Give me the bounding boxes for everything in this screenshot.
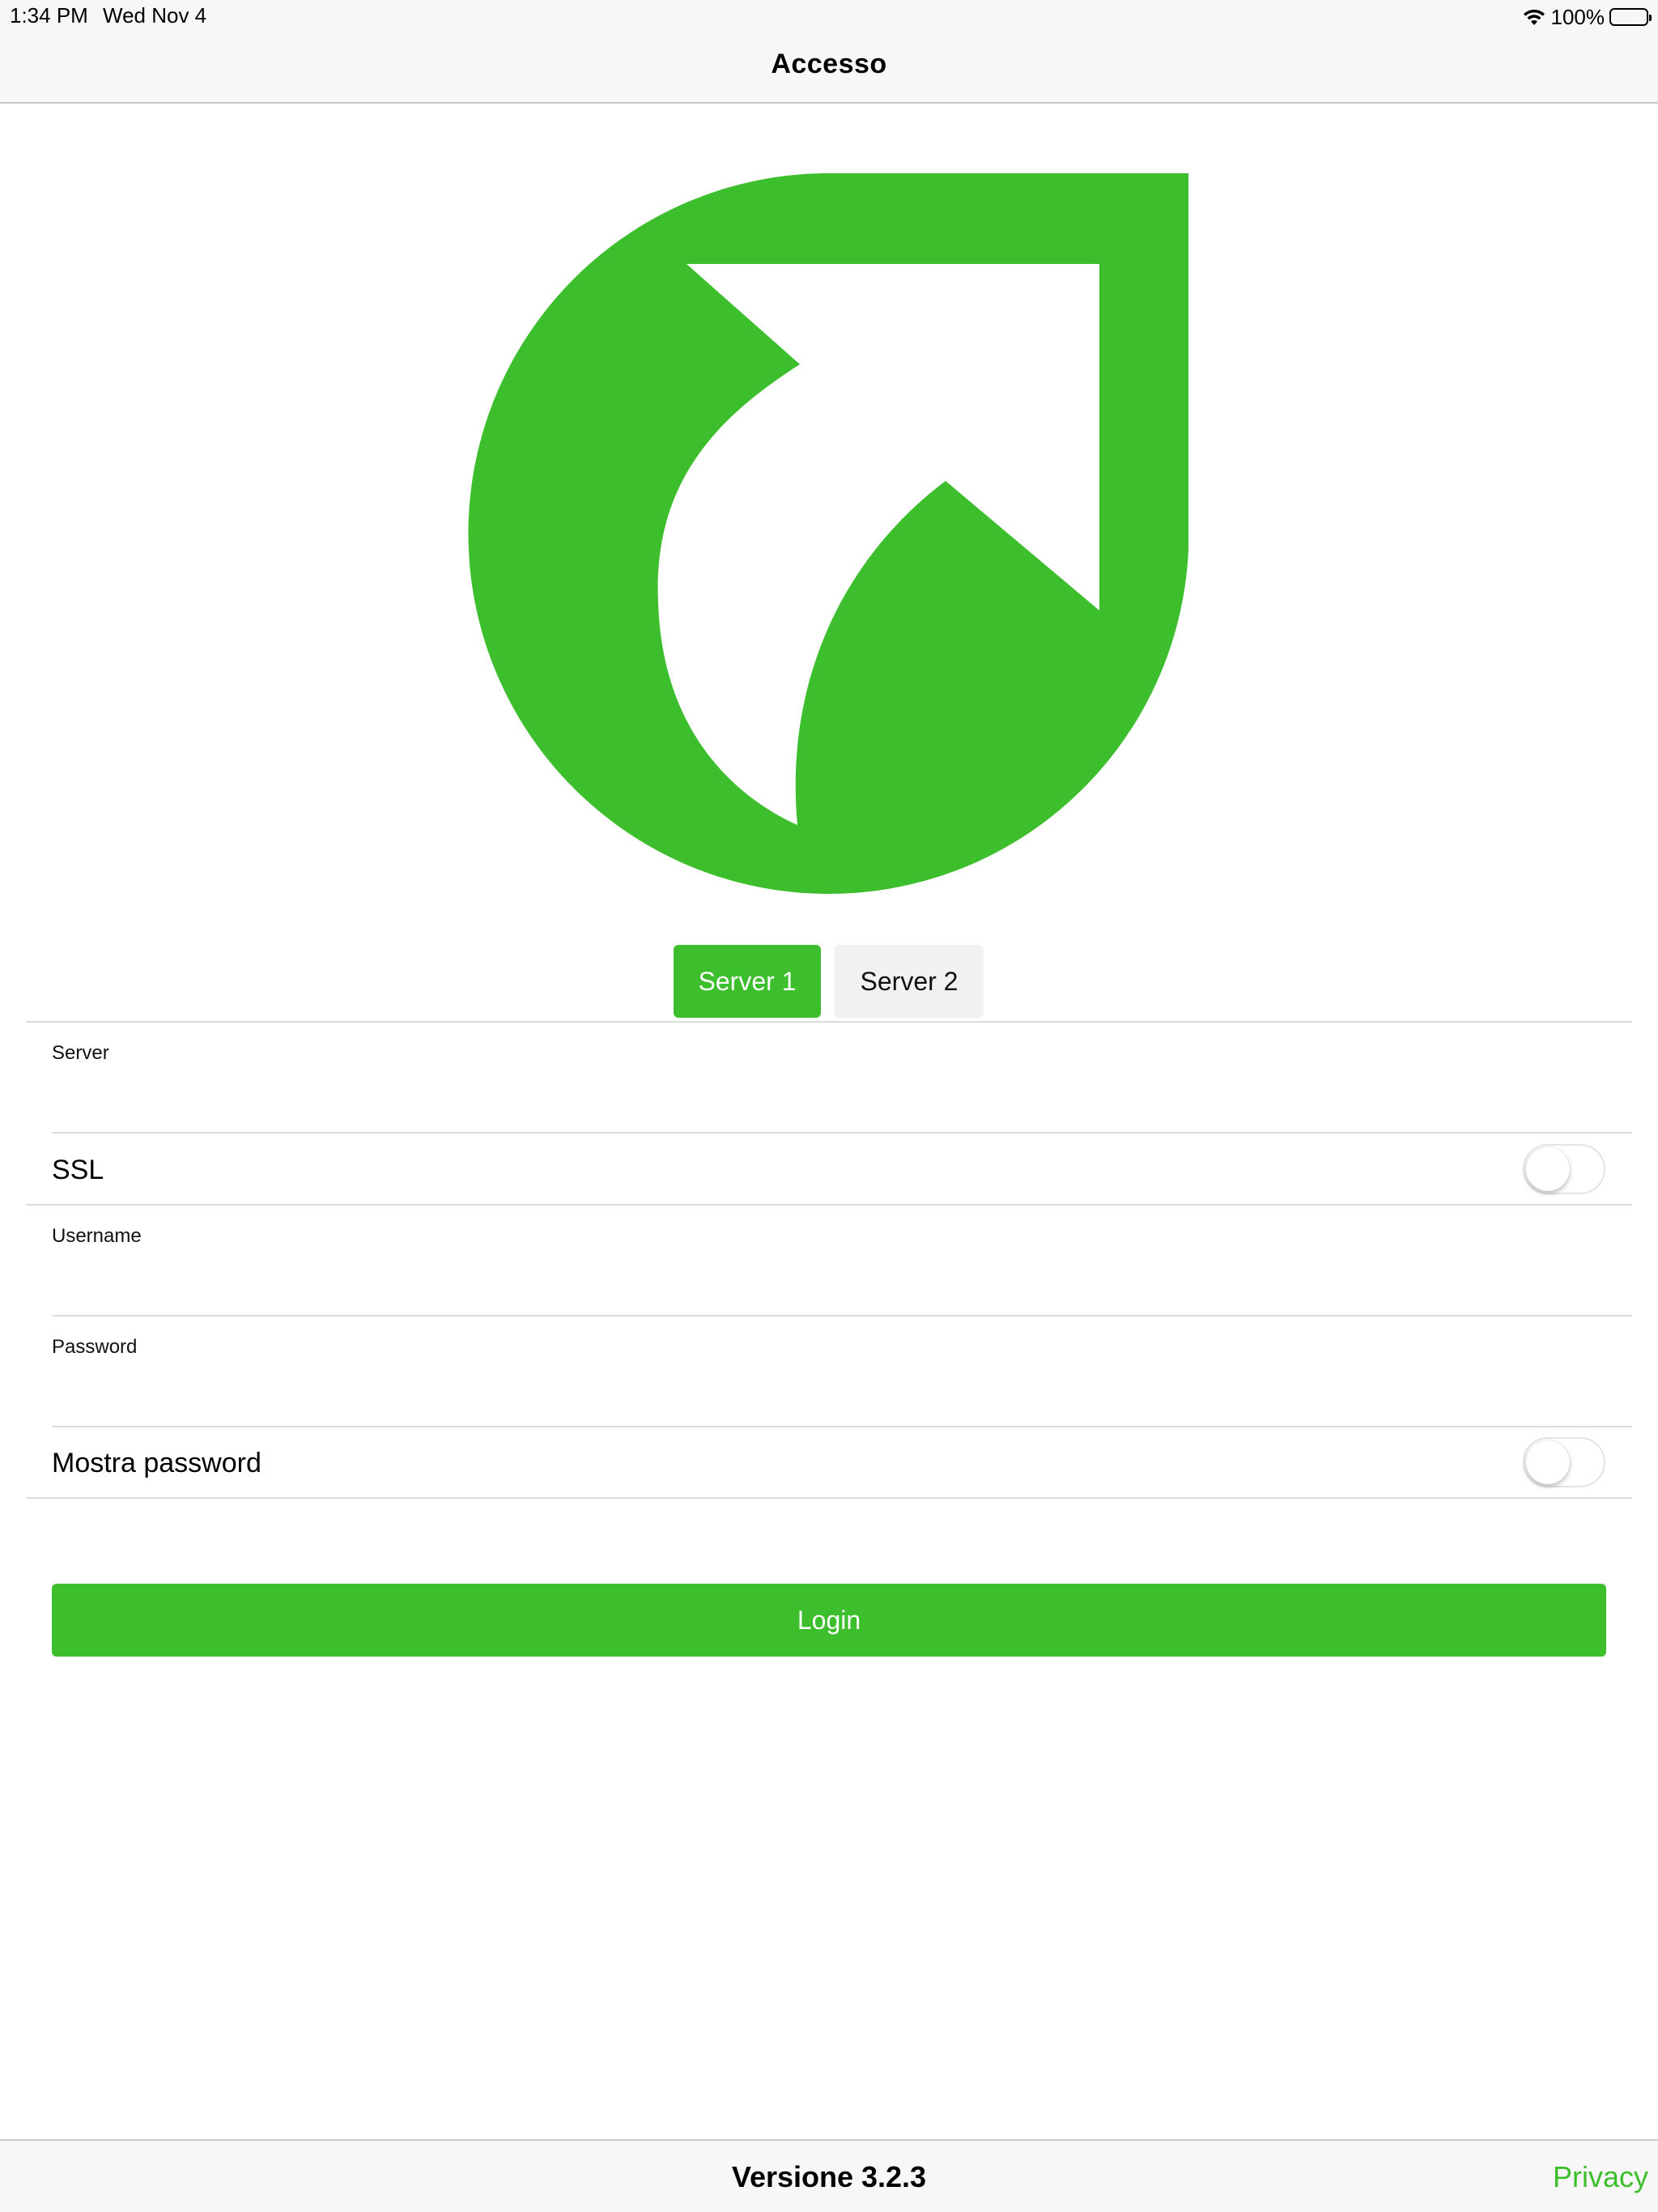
wifi-icon [1523, 9, 1545, 25]
server-input[interactable] [52, 1077, 1606, 1116]
divider [26, 1021, 1632, 1023]
username-input[interactable] [52, 1260, 1606, 1299]
server-1-tab[interactable]: Server 1 [674, 945, 821, 1018]
toggle-knob [1526, 1147, 1570, 1191]
show-password-label: Mostra password [52, 1448, 261, 1478]
divider [52, 1315, 1632, 1317]
status-date: Wed Nov 4 [103, 3, 207, 28]
divider [26, 1204, 1632, 1206]
divider [26, 1497, 1632, 1499]
privacy-link[interactable]: Privacy [1553, 2160, 1648, 2194]
ssl-toggle[interactable] [1523, 1144, 1605, 1194]
battery-icon [1609, 8, 1652, 26]
top-bar: 1:34 PM Wed Nov 4 100% Accesso [0, 0, 1658, 104]
server-field-label: Server [52, 1042, 109, 1064]
ssl-label: SSL [52, 1155, 104, 1185]
status-right: 100% [1522, 3, 1652, 31]
version-label: Versione 3.2.3 [731, 2160, 927, 2193]
divider [52, 1426, 1632, 1427]
login-screen: 1:34 PM Wed Nov 4 100% Accesso Server 1 … [0, 0, 1658, 2212]
page-title: Accesso [771, 49, 887, 79]
password-input[interactable] [52, 1370, 1606, 1409]
status-time: 1:34 PM [10, 3, 88, 28]
username-field-label: Username [52, 1225, 142, 1247]
password-field-label: Password [52, 1336, 138, 1358]
battery-percentage: 100% [1550, 4, 1605, 29]
show-password-toggle[interactable] [1523, 1437, 1605, 1487]
app-logo-icon [468, 173, 1188, 894]
login-button[interactable]: Login [52, 1584, 1606, 1657]
toggle-knob [1526, 1440, 1570, 1484]
server-2-tab[interactable]: Server 2 [835, 945, 984, 1018]
divider [52, 1132, 1632, 1134]
footer-toolbar: Versione 3.2.3 Privacy [0, 2139, 1658, 2212]
